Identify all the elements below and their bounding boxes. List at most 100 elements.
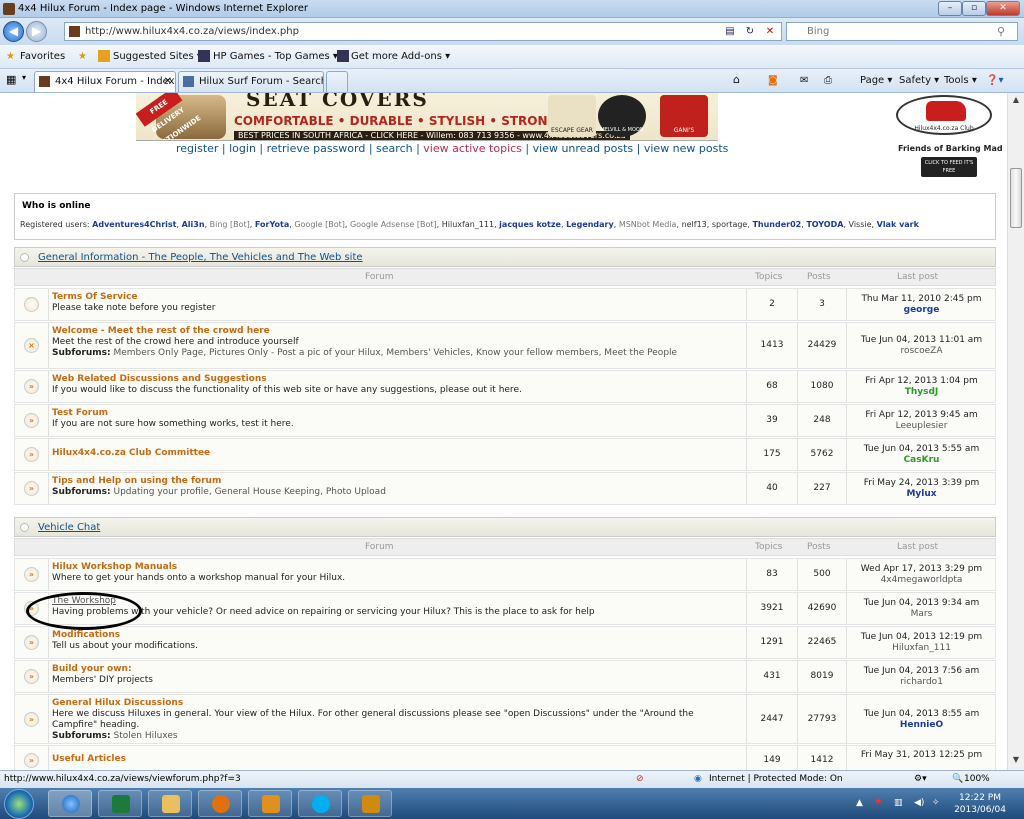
maximize-button[interactable]: ▫ (962, 1, 986, 16)
search-link[interactable]: search (376, 142, 413, 155)
last-post-user[interactable]: Mylux (849, 489, 994, 499)
online-user-link[interactable]: Legendary (566, 220, 614, 229)
online-user-link[interactable]: Bing [Bot] (210, 220, 250, 229)
online-user-link[interactable]: Vlak vark (877, 220, 919, 229)
taskbar-media-player[interactable] (198, 790, 242, 817)
scroll-thumb[interactable] (1010, 168, 1022, 228)
new-tab-button[interactable] (326, 71, 348, 92)
tray-misc-icon[interactable]: ✧ (932, 798, 940, 808)
scroll-up-arrow[interactable]: ▲ (1010, 95, 1022, 107)
online-user-link[interactable]: nelf13 (682, 220, 707, 229)
club-logo[interactable]: Hilux4x4.co.za Club (896, 95, 992, 135)
tab-hilux-forum-index[interactable]: 4x4 Hilux Forum - Index... ✕ (34, 71, 176, 92)
search-field[interactable]: Bing ⚲ (786, 22, 1018, 41)
last-post-user[interactable]: george (849, 305, 994, 315)
refresh-icon[interactable]: ↻ (741, 24, 759, 39)
tray-flag-icon[interactable]: ⚑ (874, 798, 882, 808)
taskbar-skype[interactable] (298, 790, 342, 817)
last-post-user[interactable]: roscoeZA (849, 346, 994, 356)
feed-button[interactable]: CLICK TO FEED IT'S FREE (921, 157, 977, 177)
subforum-links[interactable]: Updating your profile, General House Kee… (111, 487, 385, 497)
addons-link[interactable]: Get more Add-ons ▾ (351, 51, 450, 62)
online-user-link[interactable]: Hiluxfan_111 (442, 220, 494, 229)
hp-games-link[interactable]: HP Games - Top Games ▾ (213, 51, 338, 62)
retrieve-password-link[interactable]: retrieve password (267, 142, 366, 155)
register-link[interactable]: register (176, 142, 218, 155)
back-button[interactable]: ◀ (3, 21, 24, 42)
compat-view-icon[interactable]: ▤ (721, 24, 739, 39)
minimize-button[interactable]: – (938, 1, 962, 16)
online-user-link[interactable]: MSNbot Media (619, 220, 677, 229)
last-post-user[interactable]: ThysdJ (849, 387, 994, 397)
forum-title-link[interactable]: Tips and Help on using the forum (52, 476, 221, 486)
new-posts-link[interactable]: view new posts (644, 142, 729, 155)
forum-title-link[interactable]: Welcome - Meet the rest of the crowd her… (52, 326, 270, 336)
last-post-user[interactable]: richardo1 (849, 677, 994, 687)
last-post-user[interactable]: Mars (849, 609, 994, 619)
add-ons-icon[interactable]: ⚙▾ (914, 774, 927, 784)
safety-menu[interactable]: Safety ▾ (899, 75, 939, 86)
search-icon[interactable]: ⚲ (997, 23, 1005, 40)
online-user-link[interactable]: Google Adsense [Bot] (350, 220, 437, 229)
taskbar-app[interactable] (348, 790, 392, 817)
online-user-link[interactable]: Thunder02 (752, 220, 801, 229)
tab-list-icon[interactable]: ▾ (22, 73, 26, 82)
online-user-link[interactable]: Google [Bot] (294, 220, 345, 229)
taskbar-explorer[interactable] (148, 790, 192, 817)
quick-tabs-icon[interactable]: ▦ (6, 73, 16, 86)
tray-up-arrow-icon[interactable]: ▲ (856, 798, 863, 808)
forum-title-link[interactable]: Useful Articles (52, 754, 126, 764)
favorites-button[interactable]: Favorites (20, 51, 65, 62)
subforum-links[interactable]: Members Only Page, Pictures Only - Post … (111, 348, 677, 358)
online-user-link[interactable]: Adventures4Christ (92, 220, 176, 229)
suggested-sites-link[interactable]: Suggested Sites ▾ (113, 51, 202, 62)
start-button[interactable] (4, 789, 34, 819)
zoom-level[interactable]: 100% (964, 774, 990, 784)
unread-posts-link[interactable]: view unread posts (533, 142, 634, 155)
feeds-icon[interactable]: ◙ (768, 75, 778, 86)
vertical-scrollbar[interactable]: ▲ ▼ (1007, 93, 1024, 770)
tab-close-icon[interactable]: ✕ (164, 72, 172, 91)
close-button[interactable]: ✕ (986, 1, 1020, 16)
forum-title-link[interactable]: General Hilux Discussions (52, 698, 183, 708)
print-icon[interactable]: ⎙ (824, 75, 832, 86)
category-link[interactable]: General Information - The People, The Ve… (38, 252, 363, 263)
last-post-user[interactable]: Leeuplesier (849, 421, 994, 431)
privacy-icon[interactable]: ⊘ (636, 774, 644, 784)
taskbar-excel[interactable] (98, 790, 142, 817)
online-user-link[interactable]: TOYODA (806, 220, 843, 229)
subforum-links[interactable]: Stolen Hiluxes (111, 731, 177, 741)
login-link[interactable]: login (229, 142, 256, 155)
taskbar-outlook[interactable] (248, 790, 292, 817)
tray-volume-icon[interactable]: ◀) (914, 798, 924, 808)
forum-title-link[interactable]: Test Forum (52, 408, 108, 418)
last-post-user[interactable]: HennieO (849, 720, 994, 730)
forum-title-link[interactable]: Build your own: (52, 664, 132, 674)
last-post-user[interactable]: CasKru (849, 455, 994, 465)
forum-title-link[interactable]: Terms Of Service (52, 292, 137, 302)
forward-button[interactable]: ▶ (26, 21, 47, 42)
system-clock[interactable]: 12:22 PM 2013/06/04 (950, 792, 1010, 816)
forum-title-link[interactable]: Modifications (52, 630, 120, 640)
tools-menu[interactable]: Tools ▾ (944, 75, 977, 86)
add-favorite-icon[interactable]: ★ (78, 51, 87, 62)
stop-icon[interactable]: ✕ (761, 24, 779, 39)
forum-title-link[interactable]: Hilux4x4.co.za Club Committee (52, 448, 210, 458)
address-field[interactable]: http://www.hilux4x4.co.za/views/index.ph… (64, 22, 782, 41)
taskbar-ie[interactable] (48, 790, 92, 817)
online-user-link[interactable]: jacques kotze (499, 220, 561, 229)
page-menu[interactable]: Page ▾ (860, 75, 892, 86)
online-user-link[interactable]: ForYota (255, 220, 289, 229)
tray-network-icon[interactable]: ▥ (894, 798, 903, 808)
category-link[interactable]: Vehicle Chat (38, 522, 100, 533)
last-post-user[interactable]: Hiluxfan_111 (849, 643, 994, 653)
read-mail-icon[interactable]: ✉ (800, 75, 808, 86)
last-post-user[interactable]: 4x4megaworldpta (849, 575, 994, 585)
help-icon[interactable]: ❓▾ (986, 75, 1003, 86)
forum-title-link[interactable]: Web Related Discussions and Suggestions (52, 374, 267, 384)
online-user-link[interactable]: Ali3n (182, 220, 205, 229)
online-user-link[interactable]: Vissie (849, 220, 872, 229)
seat-covers-banner[interactable]: FREE DELIVERY NATIONWIDE SEAT COVERS COM… (136, 93, 718, 141)
tab-hilux-surf-search[interactable]: Hilux Surf Forum - Search ... (178, 71, 324, 92)
home-icon[interactable]: ⌂ (733, 73, 740, 86)
